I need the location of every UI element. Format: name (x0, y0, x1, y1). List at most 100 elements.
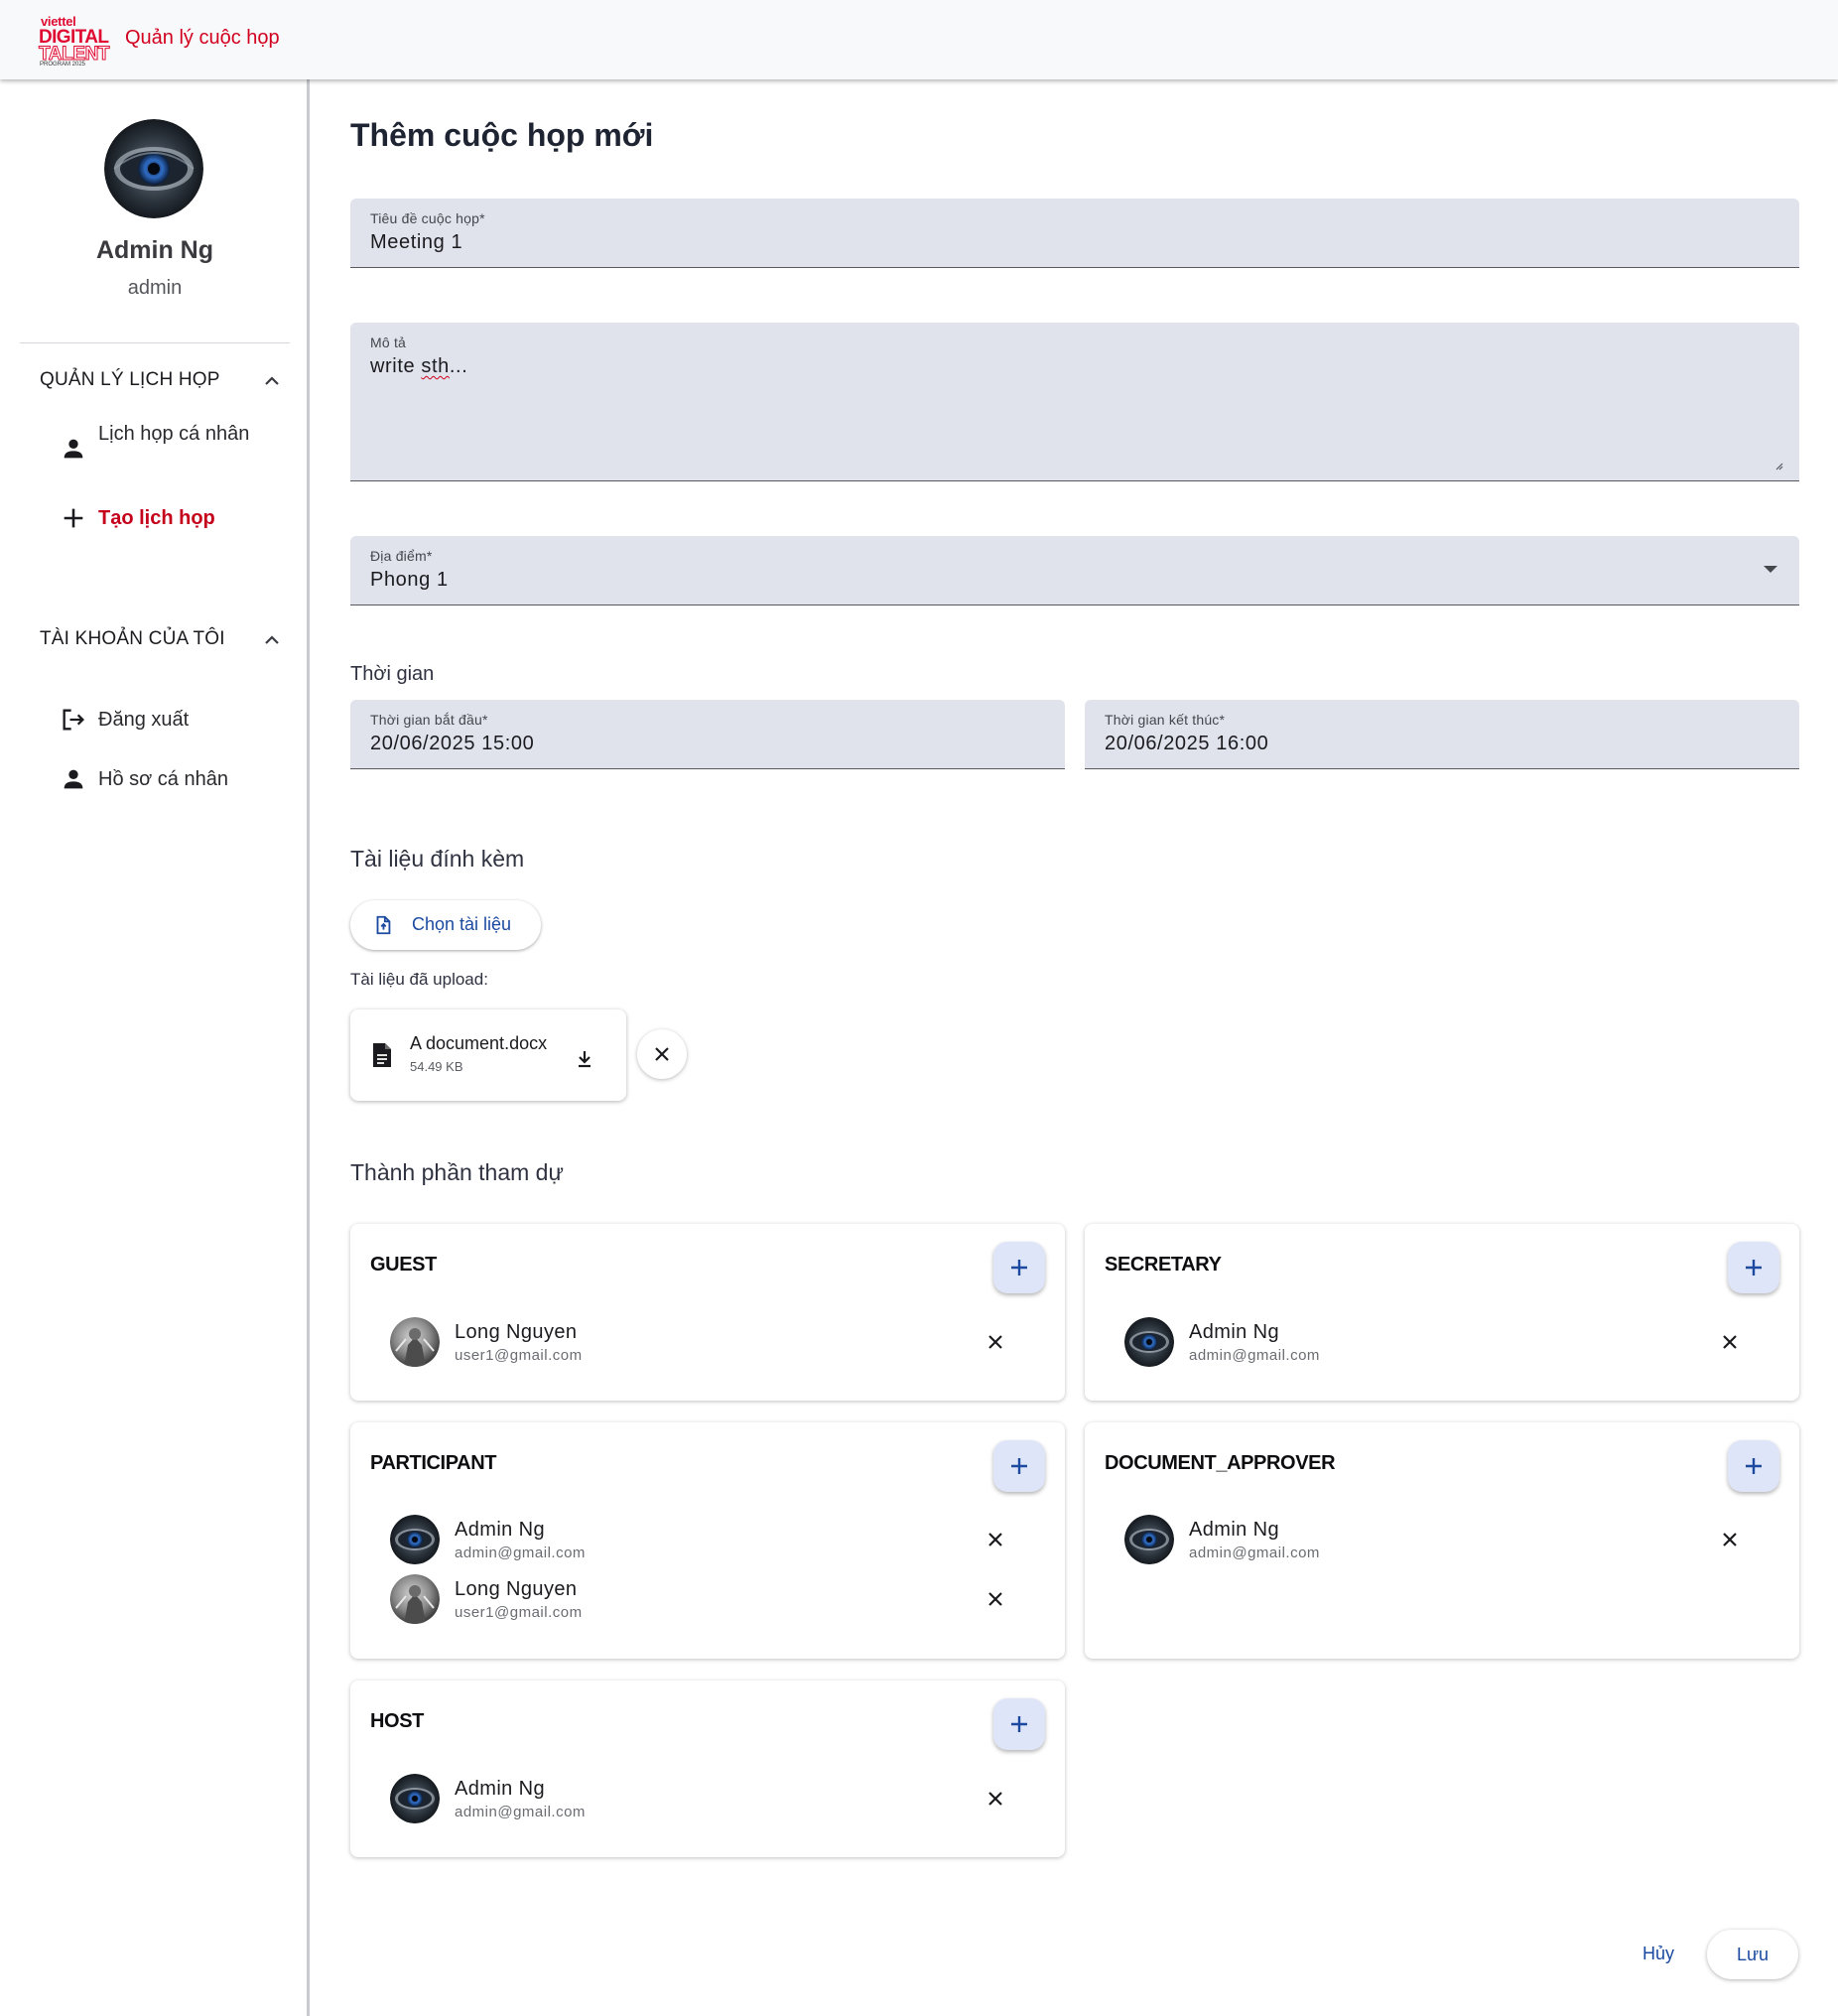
start-time-field[interactable]: Thời gian bắt đầu* 20/06/2025 15:00 (350, 700, 1065, 769)
plus-icon (1746, 1458, 1762, 1474)
role-card-guest: GUEST Long Nguyen user1@gmail.com (350, 1224, 1065, 1401)
avatar (390, 1317, 440, 1367)
avatar (1124, 1317, 1174, 1367)
logo-program-text: PROGRAM 2025 (40, 62, 86, 67)
role-card-participant: PARTICIPANT Admin Ng admin@gmail.com Lon… (350, 1422, 1065, 1659)
member-name: Admin Ng (1189, 1519, 1280, 1541)
start-time-label: Thời gian bắt đầu* (370, 712, 488, 728)
meeting-title-field[interactable]: Tiêu đề cuộc họp* Meeting 1 (350, 199, 1799, 268)
role-name: HOST (370, 1710, 424, 1732)
avatar (1124, 1515, 1174, 1564)
section-meeting-management[interactable]: QUẢN LÝ LỊCH HỌP (40, 369, 288, 391)
plus-icon (1011, 1260, 1027, 1276)
document-icon (373, 1043, 391, 1067)
sidebar-item-create-meeting[interactable]: Tạo lịch họp (60, 503, 288, 533)
plus-icon (1011, 1716, 1027, 1732)
page-title: Thêm cuộc họp mới (350, 117, 654, 153)
sidebar-divider (20, 342, 290, 343)
remove-member-icon[interactable] (984, 1330, 1007, 1354)
description-text-suffix: ... (449, 355, 468, 377)
chevron-up-icon (265, 376, 279, 385)
role-name: GUEST (370, 1254, 437, 1276)
add-guest-button[interactable] (993, 1242, 1045, 1293)
member-row: Admin Ng admin@gmail.com (390, 1515, 1045, 1566)
add-participant-button[interactable] (993, 1440, 1045, 1492)
description-textarea[interactable]: Mô tả write sth... (350, 323, 1799, 481)
member-email: admin@gmail.com (455, 1804, 586, 1820)
add-secretary-button[interactable] (1728, 1242, 1779, 1293)
role-name: DOCUMENT_APPROVER (1105, 1452, 1336, 1474)
member-email: user1@gmail.com (455, 1347, 583, 1364)
description-value: write sth... (370, 355, 467, 378)
sidebar-item-personal-schedule[interactable]: Lịch họp cá nhân (60, 419, 288, 482)
top-app-bar: viettel DIGITAL TALENT PROGRAM 2025 Quản… (0, 0, 1838, 79)
add-host-button[interactable] (993, 1698, 1045, 1750)
sidebar: Admin Ng admin QUẢN LÝ LỊCH HỌP Lịch họp… (0, 79, 310, 2016)
role-name: SECRETARY (1105, 1254, 1222, 1276)
meeting-title-label: Tiêu đề cuộc họp* (370, 210, 485, 226)
member-row: Admin Ng admin@gmail.com (1124, 1317, 1779, 1369)
role-card-document-approver: DOCUMENT_APPROVER Admin Ng admin@gmail.c… (1085, 1422, 1799, 1659)
member-name: Admin Ng (1189, 1321, 1280, 1343)
cancel-button[interactable]: Hủy (1629, 1932, 1688, 1975)
plus-icon (1746, 1260, 1762, 1276)
uploaded-file-card: A document.docx 54.49 KB (350, 1009, 626, 1101)
member-email: admin@gmail.com (1189, 1347, 1320, 1364)
remove-member-icon[interactable] (984, 1587, 1007, 1611)
choose-file-button[interactable]: Chọn tài liệu (350, 900, 541, 950)
file-name: A document.docx (410, 1033, 548, 1053)
uploaded-files-label: Tài liệu đã upload: (350, 970, 488, 989)
sidebar-item-logout[interactable]: Đăng xuất (60, 705, 288, 735)
role-card-host: HOST Admin Ng admin@gmail.com (350, 1680, 1065, 1857)
avatar (390, 1574, 440, 1624)
location-label: Địa điểm* (370, 548, 433, 564)
resize-handle-icon[interactable] (1773, 461, 1783, 470)
time-section-title: Thời gian (350, 663, 435, 685)
role-card-secretary: SECRETARY Admin Ng admin@gmail.com (1085, 1224, 1799, 1401)
remove-member-icon[interactable] (984, 1787, 1007, 1811)
chevron-up-icon (265, 635, 279, 644)
save-button[interactable]: Lưu (1707, 1930, 1798, 1979)
start-time-value: 20/06/2025 15:00 (370, 733, 535, 754)
remove-file-button[interactable] (637, 1029, 687, 1079)
remove-member-icon[interactable] (984, 1528, 1007, 1551)
member-email: admin@gmail.com (455, 1545, 586, 1561)
location-value: Phong 1 (370, 569, 449, 591)
member-name: Admin Ng (455, 1519, 546, 1541)
attendees-title: Thành phần tham dự (350, 1159, 564, 1185)
remove-member-icon[interactable] (1718, 1528, 1742, 1551)
section-my-account-label: TÀI KHOẢN CỦA TÔI (40, 628, 225, 649)
remove-member-icon[interactable] (1718, 1330, 1742, 1354)
member-email: user1@gmail.com (455, 1604, 583, 1621)
member-name: Admin Ng (455, 1778, 546, 1800)
section-meeting-management-label: QUẢN LÝ LỊCH HỌP (40, 369, 220, 390)
main-content: Thêm cuộc họp mới Tiêu đề cuộc họp* Meet… (313, 79, 1838, 2016)
member-name: Long Nguyen (455, 1578, 578, 1600)
profile-avatar (104, 119, 203, 218)
role-name: PARTICIPANT (370, 1452, 497, 1474)
person-icon (64, 439, 83, 459)
dropdown-arrow-icon (1764, 566, 1777, 573)
download-icon[interactable] (573, 1047, 596, 1071)
member-row: Admin Ng admin@gmail.com (1124, 1515, 1779, 1566)
location-select[interactable]: Địa điểm* Phong 1 (350, 536, 1799, 605)
person-icon (64, 769, 83, 789)
description-label: Mô tả (370, 335, 407, 350)
end-time-field[interactable]: Thời gian kết thúc* 20/06/2025 16:00 (1085, 700, 1799, 769)
sidebar-item-label: Đăng xuất (98, 709, 190, 731)
app-title[interactable]: Quản lý cuộc họp (125, 27, 280, 50)
logout-icon (63, 709, 84, 731)
sidebar-item-label: Hồ sơ cá nhân (98, 768, 228, 790)
section-my-account[interactable]: TÀI KHOẢN CỦA TÔI (40, 628, 288, 650)
description-text-prefix: write (370, 355, 422, 377)
sidebar-item-profile[interactable]: Hồ sơ cá nhân (60, 764, 288, 794)
profile-role: admin (127, 277, 183, 299)
attachments-title: Tài liệu đính kèm (350, 846, 525, 872)
end-time-label: Thời gian kết thúc* (1105, 712, 1226, 728)
sidebar-item-label: Tạo lịch họp (98, 507, 215, 529)
viettel-digital-talent-logo[interactable]: viettel DIGITAL TALENT PROGRAM 2025 (38, 14, 116, 67)
description-text-misspelled: sth (421, 355, 450, 377)
add-document-approver-button[interactable] (1728, 1440, 1779, 1492)
choose-file-label: Chọn tài liệu (412, 914, 512, 934)
member-name: Long Nguyen (455, 1321, 578, 1343)
